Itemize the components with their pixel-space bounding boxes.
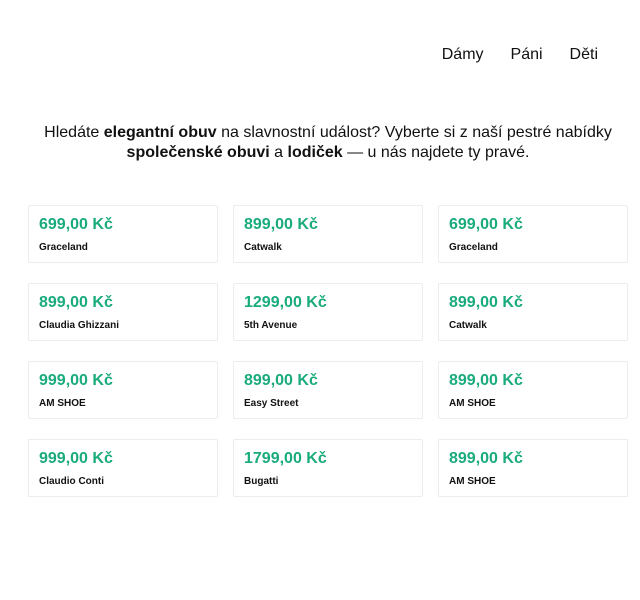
product-brand: Claudia Ghizzani — [39, 320, 120, 331]
intro-text-part: a — [269, 144, 288, 161]
intro-text: Hledáte elegantní obuv na slavnostní udá… — [0, 123, 640, 163]
product-card[interactable]: 699,00 Kč Graceland — [28, 205, 218, 263]
product-price: 899,00 Kč — [449, 294, 523, 311]
product-price: 1299,00 Kč — [244, 294, 327, 311]
product-price: 899,00 Kč — [244, 216, 318, 233]
product-brand: AM SHOE — [39, 398, 86, 409]
product-price: 699,00 Kč — [449, 216, 523, 233]
product-card[interactable]: 1799,00 Kč Bugatti — [233, 439, 423, 497]
main-nav: Dámy Páni Děti — [415, 45, 598, 65]
product-price: 899,00 Kč — [449, 450, 523, 467]
product-price: 1799,00 Kč — [244, 450, 327, 467]
product-card[interactable]: 699,00 Kč Graceland — [438, 205, 628, 263]
product-brand: AM SHOE — [449, 398, 496, 409]
product-card[interactable]: 899,00 Kč Catwalk — [438, 283, 628, 341]
product-card[interactable]: 899,00 Kč Easy Street — [233, 361, 423, 419]
product-brand: Catwalk — [244, 242, 282, 253]
nav-item-pani[interactable]: Páni — [511, 45, 543, 65]
intro-bold-pumps: lodiček — [287, 144, 343, 161]
product-price: 999,00 Kč — [39, 450, 113, 467]
product-brand: Easy Street — [244, 398, 299, 409]
product-price: 699,00 Kč — [39, 216, 113, 233]
nav-item-damy[interactable]: Dámy — [442, 45, 484, 65]
intro-text-part: Hledáte — [44, 124, 104, 141]
product-price: 899,00 Kč — [449, 372, 523, 389]
product-price: 899,00 Kč — [244, 372, 318, 389]
product-brand: AM SHOE — [449, 476, 496, 487]
product-grid: 699,00 Kč Graceland 899,00 Kč Catwalk 69… — [28, 205, 630, 497]
product-card[interactable]: 899,00 Kč AM SHOE — [438, 361, 628, 419]
product-card[interactable]: 999,00 Kč AM SHOE — [28, 361, 218, 419]
nav-item-deti[interactable]: Děti — [570, 45, 598, 65]
product-card[interactable]: 999,00 Kč Claudio Conti — [28, 439, 218, 497]
intro-text-part: — u nás najdete ty pravé. — [342, 144, 530, 161]
intro-bold-formal-shoes: společenské obuvi — [126, 144, 270, 161]
product-brand: Catwalk — [449, 320, 487, 331]
product-brand: Bugatti — [244, 476, 279, 487]
product-brand: Claudio Conti — [39, 476, 104, 487]
product-card[interactable]: 899,00 Kč AM SHOE — [438, 439, 628, 497]
product-price: 899,00 Kč — [39, 294, 113, 311]
product-card[interactable]: 1299,00 Kč 5th Avenue — [233, 283, 423, 341]
product-brand: Graceland — [449, 242, 498, 253]
intro-bold-elegant-shoes: elegantní obuv — [103, 124, 217, 141]
product-brand: 5th Avenue — [244, 320, 298, 331]
intro-text-part: na slavnostní událost? Vyberte si z naší… — [216, 124, 612, 141]
product-price: 999,00 Kč — [39, 372, 113, 389]
product-card[interactable]: 899,00 Kč Claudia Ghizzani — [28, 283, 218, 341]
product-card[interactable]: 899,00 Kč Catwalk — [233, 205, 423, 263]
product-brand: Graceland — [39, 242, 88, 253]
